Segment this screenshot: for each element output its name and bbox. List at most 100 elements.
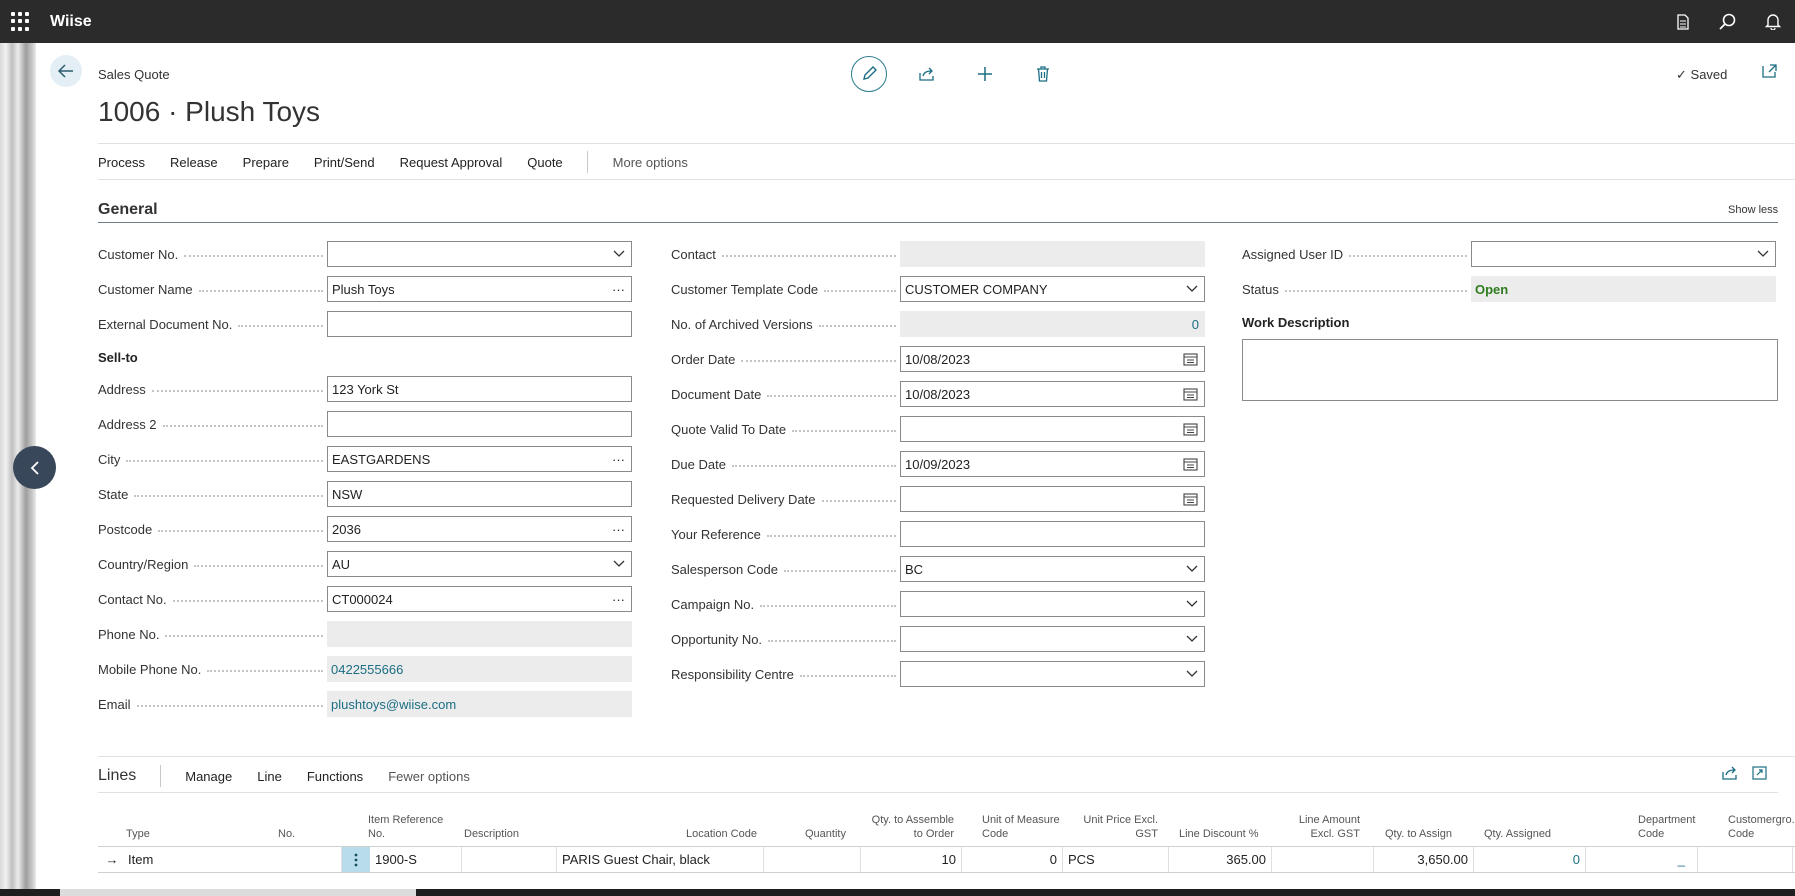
app-launcher-icon[interactable] [11,11,31,32]
col-header-qty-to-assemble[interactable]: Qty. to Assemble to Order [864,813,954,841]
app-name[interactable]: Wiise [50,13,92,31]
col-header-qty-assigned[interactable]: Qty. Assigned [1484,827,1551,841]
chevron-down-icon[interactable] [1186,277,1198,301]
col-header-customergroup-code[interactable]: Customergro... Code [1728,813,1795,841]
chevron-down-icon[interactable] [1757,242,1769,266]
edit-button[interactable] [851,56,887,92]
cell-quantity[interactable]: 10 [861,847,962,872]
address-2-field[interactable] [327,411,632,437]
lines-share-icon[interactable] [1722,766,1738,783]
search-icon[interactable] [1705,0,1750,43]
lines-menu-functions[interactable]: Functions [307,769,363,784]
cell-qty-to-assemble[interactable]: 0 [962,847,1063,872]
chevron-down-icon[interactable] [613,242,625,266]
col-header-qty-to-assign[interactable]: Qty. to Assign [1372,827,1452,841]
col-header-line-amount[interactable]: Line Amount Excl. GST [1278,813,1360,841]
col-header-type[interactable]: Type [126,827,150,841]
order-date-field[interactable]: 10/08/2023 [900,346,1205,372]
state-field[interactable]: NSW [327,481,632,507]
menu-release[interactable]: Release [170,155,218,170]
work-description-field[interactable] [1242,339,1778,401]
salesperson-code-field[interactable]: BC [900,556,1205,582]
calendar-icon[interactable] [1183,417,1198,441]
ellipsis-icon[interactable]: ··· [612,447,625,471]
chevron-down-icon[interactable] [1186,662,1198,686]
assigned-user-id-field[interactable] [1471,241,1776,267]
scrollbar-thumb[interactable] [60,889,416,896]
cell-item-reference-no[interactable] [462,847,557,872]
ellipsis-icon[interactable]: ··· [612,587,625,611]
requested-delivery-date-field[interactable] [900,486,1205,512]
collapse-panel-button[interactable] [13,446,56,489]
col-header-unit-of-measure[interactable]: Unit of Measure Code [982,813,1062,841]
new-button[interactable] [967,56,1003,92]
responsibility-centre-field[interactable] [900,661,1205,687]
postcode-field[interactable]: 2036 ··· [327,516,632,542]
external-document-no-field[interactable] [327,311,632,337]
chevron-down-icon[interactable] [1186,592,1198,616]
menu-prepare[interactable]: Prepare [243,155,289,170]
cell-department-code[interactable] [1698,847,1793,872]
quote-valid-to-date-field[interactable] [900,416,1205,442]
lines-menu-fewer-options[interactable]: Fewer options [388,769,470,784]
general-section-title[interactable]: General [98,201,158,219]
cell-unit-of-measure[interactable]: PCS [1063,847,1169,872]
open-in-new-window-button[interactable] [1762,64,1778,81]
your-reference-field[interactable] [900,521,1205,547]
col-header-quantity[interactable]: Quantity [805,827,846,841]
calendar-icon[interactable] [1183,452,1198,476]
menu-quote[interactable]: Quote [527,155,562,170]
document-date-field[interactable]: 10/08/2023 [900,381,1205,407]
col-header-unit-price[interactable]: Unit Price Excl. GST [1078,813,1158,841]
opportunity-no-field[interactable] [900,626,1205,652]
table-row[interactable]: → Item 1900-S PARIS Guest Chair, black 1… [98,846,1795,873]
menu-more-options[interactable]: More options [613,155,688,170]
customer-no-field[interactable] [327,241,632,267]
lines-title[interactable]: Lines [98,767,136,785]
calendar-icon[interactable] [1183,382,1198,406]
document-icon[interactable] [1660,0,1705,43]
contact-no-field[interactable]: CT000024 ··· [327,586,632,612]
menu-process[interactable]: Process [98,155,145,170]
cell-line-discount[interactable] [1272,847,1374,872]
cell-qty-to-assign[interactable]: 0 [1474,847,1586,872]
cell-line-amount[interactable]: 3,650.00 [1374,847,1474,872]
address-field[interactable]: 123 York St [327,376,632,402]
row-actions-button[interactable] [342,847,370,872]
city-field[interactable]: EASTGARDENS ··· [327,446,632,472]
cell-description[interactable]: PARIS Guest Chair, black [557,847,764,872]
horizontal-scrollbar[interactable] [0,889,1795,896]
cell-no[interactable]: 1900-S [370,847,462,872]
chevron-down-icon[interactable] [1186,557,1198,581]
col-header-line-discount[interactable]: Line Discount % [1179,827,1259,841]
bell-icon[interactable] [1750,0,1795,43]
lines-menu-manage[interactable]: Manage [185,769,232,784]
calendar-icon[interactable] [1183,347,1198,371]
email-field[interactable]: plushtoys@wiise.com [327,691,632,717]
share-button[interactable] [909,56,945,92]
col-header-no[interactable]: No. [278,827,295,841]
cell-type[interactable]: Item [126,847,342,872]
col-header-location-code[interactable]: Location Code [686,827,757,841]
chevron-down-icon[interactable] [1186,627,1198,651]
delete-button[interactable] [1025,56,1061,92]
customer-template-code-field[interactable]: CUSTOMER COMPANY [900,276,1205,302]
no-of-archived-versions-field[interactable]: 0 [900,311,1205,337]
due-date-field[interactable]: 10/09/2023 [900,451,1205,477]
menu-request-approval[interactable]: Request Approval [400,155,503,170]
ellipsis-icon[interactable]: ··· [612,517,625,541]
show-less-link[interactable]: Show less [1728,204,1778,216]
table-row-empty[interactable] [98,874,1795,888]
campaign-no-field[interactable] [900,591,1205,617]
calendar-icon[interactable] [1183,487,1198,511]
country-region-field[interactable]: AU [327,551,632,577]
back-button[interactable] [50,55,82,87]
chevron-down-icon[interactable] [613,552,625,576]
lines-menu-line[interactable]: Line [257,769,282,784]
col-header-item-reference-no[interactable]: Item Reference No. [368,813,448,841]
customer-name-field[interactable]: Plush Toys ··· [327,276,632,302]
lines-expand-icon[interactable] [1752,766,1767,783]
menu-print-send[interactable]: Print/Send [314,155,375,170]
cell-qty-assigned[interactable]: _ [1586,847,1698,872]
col-header-description[interactable]: Description [464,827,519,841]
